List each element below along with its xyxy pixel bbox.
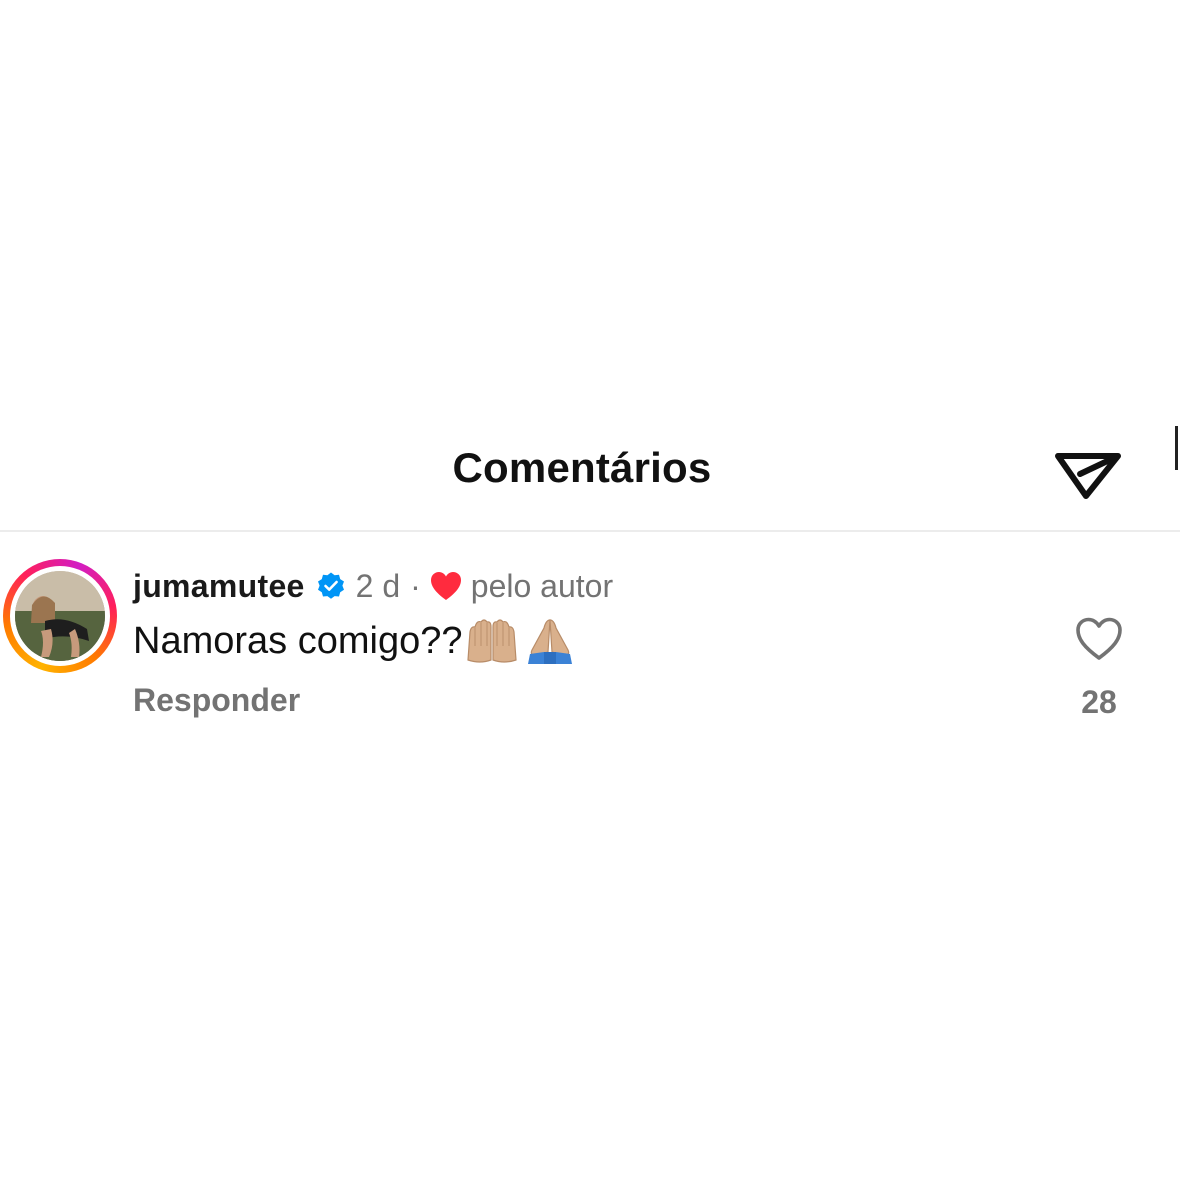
story-ring[interactable] bbox=[3, 559, 117, 673]
edge-divider bbox=[1175, 426, 1178, 470]
verified-badge-icon bbox=[317, 572, 344, 599]
heart-filled-icon bbox=[430, 572, 461, 600]
comment-time: 2 d bbox=[355, 567, 401, 604]
send-icon[interactable] bbox=[1050, 434, 1126, 510]
reply-button[interactable]: Responder bbox=[133, 682, 300, 719]
comment-body: Namoras comigo?? bbox=[133, 616, 578, 666]
page-title: Comentários bbox=[452, 444, 712, 491]
folded-hands-icon bbox=[528, 619, 573, 664]
liked-by-author-label: pelo autor bbox=[470, 567, 614, 604]
comments-header: Comentários bbox=[0, 420, 1180, 530]
palms-up-together-icon bbox=[467, 619, 518, 663]
avatar[interactable] bbox=[15, 571, 105, 661]
comment-item: jumamutee 2 d · pelo autor Namoras comig… bbox=[0, 532, 1180, 742]
heart-outline-icon[interactable] bbox=[1074, 616, 1124, 662]
avatar-photo-icon bbox=[15, 571, 105, 661]
like-count: 28 bbox=[1081, 684, 1117, 720]
comment-text: Namoras comigo?? bbox=[133, 619, 463, 662]
username[interactable]: jumamutee bbox=[133, 568, 305, 605]
comments-page: Comentários jumamutee 2 d · pelo autor N… bbox=[0, 0, 1180, 1180]
comment-meta: jumamutee 2 d · pelo autor bbox=[133, 564, 613, 608]
meta-separator: · bbox=[410, 567, 421, 604]
